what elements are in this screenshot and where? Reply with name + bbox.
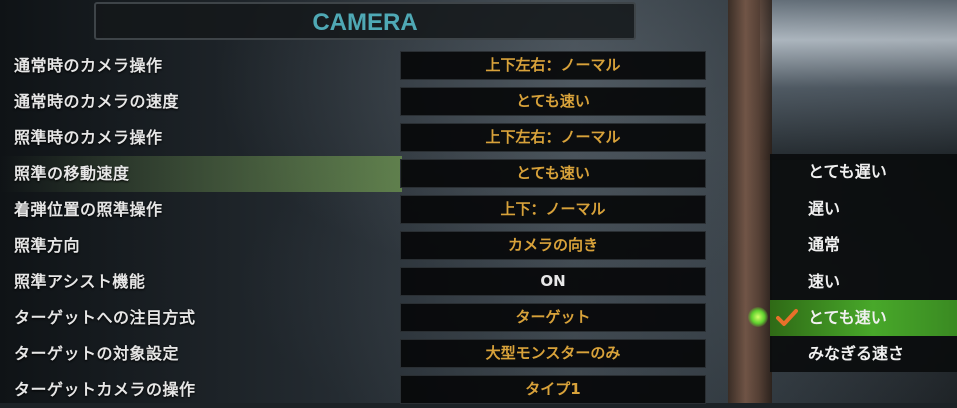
setting-row-aim-move-speed[interactable]: 照準の移動速度 とても速い <box>0 156 760 192</box>
green-glow-cursor-icon <box>748 307 768 327</box>
setting-label: ターゲットの対象設定 <box>14 344 180 363</box>
setting-row-aim-camera-control[interactable]: 照準時のカメラ操作 上下左右：ノーマル <box>0 120 760 156</box>
setting-label: 通常時のカメラの速度 <box>14 92 180 111</box>
dropdown-option-selected[interactable]: とても速い <box>770 300 957 336</box>
setting-row-aim-direction[interactable]: 照準方向 カメラの向き <box>0 228 760 264</box>
setting-row-aim-assist[interactable]: 照準アシスト機能 ON <box>0 264 760 300</box>
setting-value[interactable]: とても速い <box>400 159 706 188</box>
setting-value[interactable]: 上下左右：ノーマル <box>400 123 706 152</box>
setting-label: 照準方向 <box>14 236 81 255</box>
dropdown-option[interactable]: 速い <box>770 264 957 300</box>
setting-value[interactable]: カメラの向き <box>400 231 706 260</box>
setting-value[interactable]: ターゲット <box>400 303 706 332</box>
dropdown-option[interactable]: 通常 <box>770 227 957 263</box>
setting-label: 照準アシスト機能 <box>14 272 146 291</box>
setting-value[interactable]: 大型モンスターのみ <box>400 339 706 368</box>
setting-value[interactable]: 上下：ノーマル <box>400 195 706 224</box>
dropdown-option[interactable]: とても遅い <box>770 154 957 190</box>
setting-label: 着弾位置の照準操作 <box>14 200 163 219</box>
setting-label: ターゲットへの注目方式 <box>14 308 196 327</box>
orange-check-icon <box>776 309 798 326</box>
setting-row-camera-control[interactable]: 通常時のカメラ操作 上下左右：ノーマル <box>0 48 760 84</box>
setting-row-target-scope[interactable]: ターゲットの対象設定 大型モンスターのみ <box>0 336 760 372</box>
dropdown-option[interactable]: みなぎる速さ <box>770 336 957 372</box>
setting-row-camera-speed[interactable]: 通常時のカメラの速度 とても速い <box>0 84 760 120</box>
section-title: CAMERA <box>94 2 636 40</box>
setting-value[interactable]: ON <box>400 267 706 296</box>
dropdown-option[interactable]: 遅い <box>770 191 957 227</box>
setting-label: 通常時のカメラ操作 <box>14 56 163 75</box>
setting-label: 照準の移動速度 <box>14 164 130 183</box>
setting-row-impact-aim-control[interactable]: 着弾位置の照準操作 上下：ノーマル <box>0 192 760 228</box>
setting-value[interactable]: タイプ1 <box>400 375 706 404</box>
setting-value[interactable]: 上下左右：ノーマル <box>400 51 706 80</box>
speed-dropdown[interactable]: とても遅い 遅い 通常 速い とても速い みなぎる速さ <box>770 154 957 372</box>
setting-row-target-focus-mode[interactable]: ターゲットへの注目方式 ターゲット <box>0 300 760 336</box>
setting-label: 照準時のカメラ操作 <box>14 128 163 147</box>
setting-value[interactable]: とても速い <box>400 87 706 116</box>
background-cliff <box>760 0 957 160</box>
